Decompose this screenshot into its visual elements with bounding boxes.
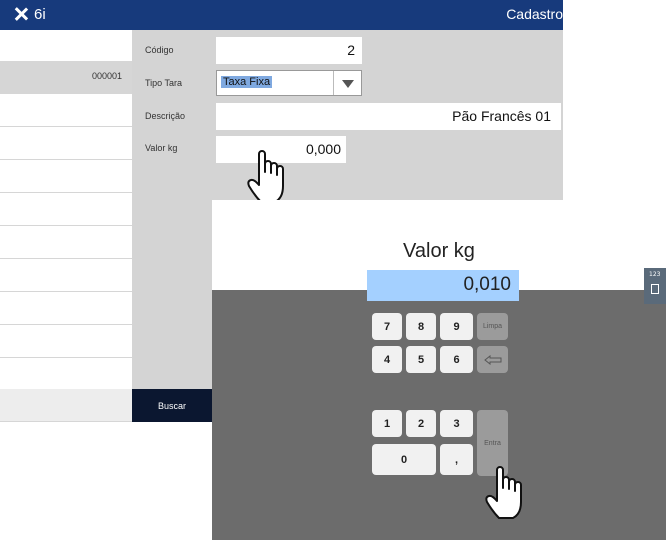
- valor-kg-field[interactable]: 0,000: [216, 136, 346, 163]
- dropdown-arrow-icon[interactable]: [341, 79, 355, 89]
- key-0[interactable]: 0: [372, 444, 436, 475]
- window-title: Cadastro: [506, 6, 563, 22]
- clear-button[interactable]: Limpa: [477, 313, 508, 340]
- list-search-row[interactable]: [0, 389, 132, 422]
- backspace-button[interactable]: [477, 346, 508, 373]
- keyboard-toggle[interactable]: 123: [644, 268, 666, 304]
- key-8[interactable]: 8: [406, 313, 436, 340]
- key-3[interactable]: 3: [440, 410, 473, 437]
- list-item[interactable]: [0, 95, 132, 127]
- tipo-tara-label: Tipo Tara: [145, 78, 183, 88]
- keypad-title: Valor kg: [403, 240, 475, 262]
- key-7[interactable]: 7: [372, 313, 402, 340]
- enter-button[interactable]: Entra: [477, 410, 508, 476]
- key-6[interactable]: 6: [440, 346, 473, 373]
- tipo-tara-select[interactable]: Taxa Fixa: [216, 70, 362, 96]
- list-item[interactable]: [0, 161, 132, 193]
- descricao-field[interactable]: Pão Francês 01: [216, 103, 561, 130]
- list-item-code: 000001: [91, 71, 122, 81]
- keypad-panel: [212, 290, 666, 540]
- list-item[interactable]: [0, 260, 132, 292]
- key-5[interactable]: 5: [406, 346, 436, 373]
- close-icon[interactable]: [12, 4, 30, 24]
- key-1[interactable]: 1: [372, 410, 402, 437]
- list-item[interactable]: [0, 227, 132, 259]
- list-item[interactable]: [0, 293, 132, 325]
- codigo-label: Código: [145, 45, 174, 55]
- select-divider: [333, 71, 334, 95]
- key-9[interactable]: 9: [440, 313, 473, 340]
- keyboard-icon: [651, 284, 659, 294]
- list-item[interactable]: [0, 194, 132, 226]
- search-button-label: Buscar: [157, 401, 186, 411]
- key-comma[interactable]: ,: [440, 444, 473, 475]
- backspace-icon: [483, 354, 501, 365]
- window-id: 6i: [34, 6, 46, 23]
- key-4[interactable]: 4: [372, 346, 402, 373]
- keyboard-toggle-label: 123: [649, 271, 661, 278]
- title-bar: [0, 0, 563, 30]
- key-2[interactable]: 2: [406, 410, 436, 437]
- list-item[interactable]: [0, 128, 132, 160]
- list-item[interactable]: 000001: [0, 62, 132, 94]
- descricao-label: Descrição: [145, 111, 186, 121]
- valor-kg-label: Valor kg: [145, 143, 178, 153]
- list-item[interactable]: [0, 326, 132, 358]
- codigo-field[interactable]: 2: [216, 37, 362, 64]
- tipo-tara-value: Taxa Fixa: [221, 76, 273, 88]
- keypad-display: 0,010: [367, 270, 519, 301]
- search-button[interactable]: Buscar: [132, 389, 212, 422]
- list-item[interactable]: [0, 30, 132, 62]
